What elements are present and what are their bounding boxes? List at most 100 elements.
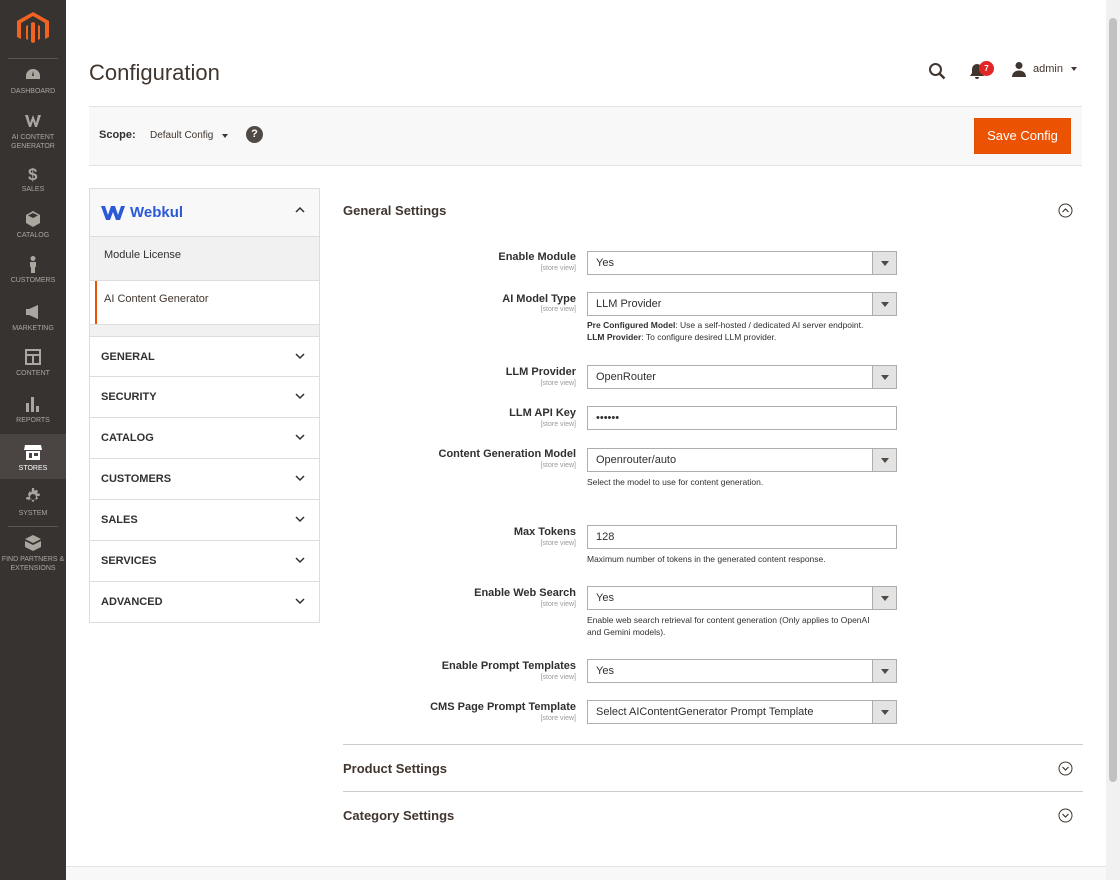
nav-marketing[interactable]: MARKETING — [0, 303, 66, 333]
sub-spacer — [89, 325, 320, 336]
cube-icon — [24, 210, 42, 228]
chevron-down-icon — [295, 557, 305, 564]
chevron-down-icon — [295, 516, 305, 523]
bar-chart-icon — [24, 395, 42, 413]
scope-switcher[interactable]: Default Config — [150, 130, 229, 141]
nav-content[interactable]: CONTENT — [0, 348, 66, 378]
nav-ai-content-generator[interactable]: AI CONTENT GENERATOR — [0, 112, 66, 152]
help-icon[interactable]: ? — [246, 126, 263, 143]
nav-label: MARKETING — [12, 325, 54, 332]
section-sales[interactable]: SALES — [89, 500, 320, 541]
prompt-templates-label: Enable Prompt Templates — [441, 660, 576, 672]
dashboard-icon — [24, 66, 42, 84]
user-menu[interactable]: admin — [1011, 61, 1077, 77]
footer-bar — [66, 866, 1106, 880]
nav-label: CONTENT — [16, 370, 50, 377]
general-settings-header[interactable]: General Settings — [343, 203, 446, 218]
scrollbar-thumb[interactable] — [1109, 18, 1117, 782]
section-label: SALES — [101, 514, 138, 526]
category-settings-header[interactable]: Category Settings — [343, 808, 454, 823]
cms-prompt-select[interactable]: Select AIContentGenerator Prompt Templat… — [587, 700, 897, 724]
section-services[interactable]: SERVICES — [89, 541, 320, 582]
scope-hint: [store view] — [540, 462, 576, 469]
page-title: Configuration — [89, 60, 220, 85]
webkul-logo-text: Webkul — [130, 204, 184, 221]
admin-sidebar: DASHBOARD AI CONTENT GENERATOR $ SALES C… — [0, 0, 66, 880]
enable-module-label: Enable Module — [498, 251, 576, 263]
select-value: LLM Provider — [596, 298, 662, 310]
collapse-up-icon[interactable] — [1058, 203, 1073, 218]
content-model-label: Content Generation Model — [438, 448, 577, 460]
section-security[interactable]: SECURITY — [89, 377, 320, 418]
section-catalog[interactable]: CATALOG — [89, 418, 320, 459]
note-text: : Use a self-hosted / dedicated AI serve… — [675, 320, 864, 330]
section-divider — [343, 791, 1083, 792]
chevron-down-icon — [295, 393, 305, 400]
user-name: admin — [1033, 63, 1063, 75]
section-customers[interactable]: CUSTOMERS — [89, 459, 320, 500]
cms-prompt-label: CMS Page Prompt Template — [430, 701, 576, 713]
llm-provider-select[interactable]: OpenRouter — [587, 365, 897, 389]
nav-separator — [8, 58, 58, 59]
nav-label: DASHBOARD — [10, 88, 56, 95]
scope-hint: [store view] — [540, 601, 576, 608]
scope-label: Scope: — [99, 129, 136, 141]
save-config-button[interactable]: Save Config — [974, 118, 1071, 154]
web-search-note: Enable web search retrieval for content … — [587, 615, 870, 637]
web-search-select[interactable]: Yes — [587, 586, 897, 610]
max-tokens-input[interactable]: 128 — [587, 525, 897, 549]
max-tokens-note: Maximum number of tokens in the generate… — [587, 554, 826, 564]
nav-reports[interactable]: REPORTS — [0, 395, 66, 425]
svg-text:$: $ — [28, 165, 38, 182]
nav-stores[interactable]: STORES — [0, 434, 66, 479]
nav-find-partners[interactable]: FIND PARTNERS & EXTENSIONS — [0, 534, 66, 576]
sub-item-ai-content-generator[interactable]: AI Content Generator — [89, 281, 320, 325]
content-model-select[interactable]: Openrouter/auto — [587, 448, 897, 472]
magento-logo-icon[interactable] — [17, 12, 49, 46]
nav-sales[interactable]: $ SALES — [0, 164, 66, 194]
webkul-logo: Webkul — [101, 204, 183, 221]
ai-model-type-label: AI Model Type — [502, 293, 576, 305]
box-icon — [24, 534, 42, 552]
ai-model-type-note: Pre Configured Model: Use a self-hosted … — [587, 320, 887, 344]
sub-item-module-license[interactable]: Module License — [89, 237, 320, 281]
chevron-down-icon — [295, 353, 305, 360]
nav-dashboard[interactable]: DASHBOARD — [0, 66, 66, 98]
ai-model-type-select[interactable]: LLM Provider — [587, 292, 897, 316]
enable-module-select[interactable]: Yes — [587, 251, 897, 275]
section-general[interactable]: GENERAL — [89, 336, 320, 377]
dropdown-arrow-icon — [872, 660, 896, 682]
note-bold: LLM Provider — [587, 331, 642, 342]
nav-catalog[interactable]: CATALOG — [0, 210, 66, 240]
sub-item-label: AI Content Generator — [104, 293, 209, 305]
section-advanced[interactable]: ADVANCED — [89, 582, 320, 623]
nav-label: SALES — [21, 186, 45, 193]
section-label: GENERAL — [101, 351, 155, 363]
nav-label: SYSTEM — [18, 510, 48, 517]
expand-down-icon[interactable] — [1058, 761, 1073, 776]
store-icon — [24, 443, 42, 461]
nav-system[interactable]: SYSTEM — [0, 488, 66, 518]
scope-hint: [store view] — [540, 265, 576, 272]
search-icon[interactable] — [928, 62, 946, 80]
page-scrollbar[interactable] — [1106, 0, 1120, 880]
scope-hint: [store view] — [540, 421, 576, 428]
notification-badge[interactable]: 7 — [979, 61, 994, 76]
megaphone-icon — [24, 303, 42, 321]
nav-label: AI CONTENT GENERATOR — [11, 134, 55, 151]
dollar-icon: $ — [24, 164, 42, 184]
select-value: Yes — [596, 665, 614, 677]
nav-label: CUSTOMERS — [10, 277, 56, 284]
nav-label: STORES — [18, 465, 48, 472]
expand-down-icon[interactable] — [1058, 808, 1073, 823]
tab-webkul[interactable]: Webkul — [89, 188, 320, 237]
product-settings-header[interactable]: Product Settings — [343, 761, 447, 776]
llm-api-key-input[interactable]: •••••• — [587, 406, 897, 430]
scope-bar: Scope: Default Config ? Save Config — [89, 106, 1082, 166]
chevron-down-icon — [1070, 67, 1077, 71]
webkul-w-icon — [24, 112, 42, 130]
nav-customers[interactable]: CUSTOMERS — [0, 255, 66, 285]
prompt-templates-select[interactable]: Yes — [587, 659, 897, 683]
section-label: CUSTOMERS — [101, 473, 172, 485]
section-label: SERVICES — [101, 555, 157, 567]
